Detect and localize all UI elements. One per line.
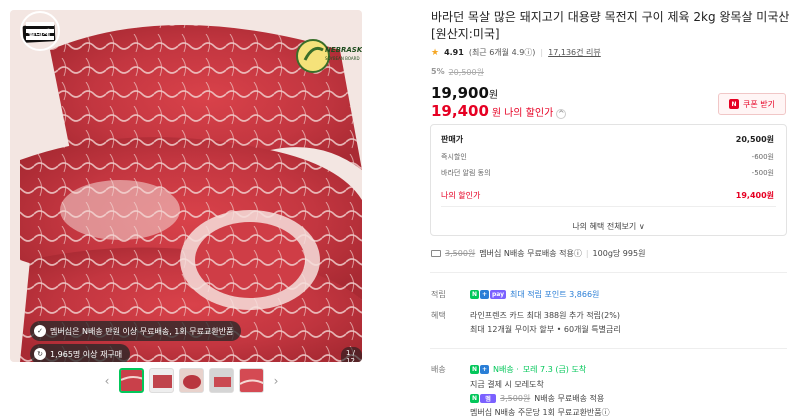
thumbnail-image bbox=[210, 369, 233, 392]
breakdown-row: 즉시할인 -600원 bbox=[441, 152, 774, 162]
unit-price: 100g당 995원 bbox=[592, 249, 646, 258]
rating-row: ★ 4.91 (최근 6개월 4.9ⓘ) | 17,136건 리뷰 bbox=[431, 47, 601, 58]
points-text[interactable]: 최대 적립 포인트 3,866원 bbox=[510, 289, 599, 300]
thumbnail[interactable] bbox=[209, 368, 234, 393]
n-delivery-badge-icon: N + bbox=[470, 365, 489, 374]
rating-recent[interactable]: (최근 6개월 4.9ⓘ) bbox=[469, 47, 536, 58]
breakdown-row: 판매가 20,500원 bbox=[441, 134, 774, 145]
thumbnail-image bbox=[180, 369, 203, 392]
chevron-up-icon[interactable]: ^ bbox=[556, 108, 567, 119]
nebraska-soybean-logo: NEBRASKA SOYBEAN BOARD bbox=[295, 36, 362, 76]
membership-pill-text: 멤버십은 N배송 만원 이상 무료배송, 1회 무료교환반품 bbox=[50, 326, 234, 336]
membership-pill: ✓ 멤버십은 N배송 만원 이상 무료배송, 1회 무료교환반품 bbox=[30, 321, 242, 341]
review-count-link[interactable]: 17,136건 리뷰 bbox=[548, 47, 601, 58]
thumbnail-strip: ‹ › bbox=[100, 368, 283, 393]
delivery-eta: 모레 7.3 (금) 도착 bbox=[522, 365, 587, 374]
chevron-right-icon[interactable]: › bbox=[269, 374, 283, 388]
delivery-free-text: N배송 무료배송 적용 bbox=[534, 394, 605, 403]
points-label: 적립 bbox=[431, 290, 446, 299]
thumbnail-image bbox=[240, 369, 263, 392]
delivery-original-fee: 3,500원 bbox=[500, 394, 531, 403]
thumbnail[interactable] bbox=[149, 368, 174, 393]
shipping-original-fee: 3,500원 bbox=[445, 249, 476, 258]
breakdown-label: 판매가 bbox=[441, 135, 464, 144]
sale-price-value: 19,900 bbox=[431, 84, 489, 102]
rating-score: 4.91 bbox=[444, 48, 464, 57]
delivery-line-1: N + N배송 · 모레 7.3 (금) 도착 bbox=[470, 364, 586, 375]
product-gallery: 별대체 NEBRASKA SOYBEAN BOARD ✓ 멤버십은 N배송 만원… bbox=[0, 0, 400, 420]
price-breakdown-box: 판매가 20,500원 즉시할인 -600원 바라던 알림 동의 -500원 나… bbox=[430, 124, 787, 236]
product-title: 바라던 목살 많은 돼지고기 대용량 목전지 구이 제육 2kg 왕목살 미국산… bbox=[431, 10, 790, 41]
my-discount-price: 19,400 원 나의 할인가 ^ bbox=[431, 102, 567, 120]
truck-icon bbox=[431, 250, 441, 257]
discount-row: 5% 20,500원 bbox=[431, 67, 484, 78]
thumbnail[interactable] bbox=[119, 368, 144, 393]
my-price-label: 나의 할인가 bbox=[504, 108, 554, 119]
star-icon: ★ bbox=[431, 47, 440, 58]
image-counter: 1 / 12 bbox=[341, 347, 362, 362]
thumbnail-image bbox=[150, 369, 173, 392]
repurchase-pill: ↻ 1,965명 이상 재구매 bbox=[30, 344, 131, 362]
divider: | bbox=[585, 249, 589, 258]
breakdown-row: 바라던 알림 동의 -500원 bbox=[441, 168, 774, 178]
breakdown-final-value: 19,400원 bbox=[735, 191, 774, 200]
points-value: N + pay 최대 적립 포인트 3,866원 bbox=[470, 289, 599, 300]
my-price-value: 19,400 bbox=[431, 102, 489, 120]
repurchase-icon: ↻ bbox=[34, 348, 46, 360]
sale-price: 19,900원 bbox=[431, 84, 498, 102]
divider bbox=[430, 272, 787, 273]
breakdown-label: 즉시할인 bbox=[441, 153, 467, 161]
benefit-line-1[interactable]: 라인프렌즈 카드 최대 388원 추가 적립(2%) bbox=[470, 310, 620, 321]
npay-badge-icon: N + pay bbox=[470, 290, 506, 299]
repurchase-pill-text: 1,965명 이상 재구매 bbox=[50, 349, 123, 359]
benefit-line-2[interactable]: 최대 12개월 무이자 할부 • 60개월 특별금리 bbox=[470, 324, 621, 335]
us-meat-logo bbox=[20, 11, 60, 51]
divider: | bbox=[540, 48, 544, 57]
benefit-label: 혜택 bbox=[431, 311, 446, 320]
discount-percent: 5% bbox=[431, 67, 445, 76]
sale-price-unit: 원 bbox=[488, 90, 499, 101]
thumbnail[interactable] bbox=[179, 368, 204, 393]
thumbnail-image bbox=[121, 370, 142, 391]
divider bbox=[441, 206, 776, 207]
shipping-summary-text[interactable]: 멤버십 N배송 무료배송 적용ⓘ bbox=[479, 248, 582, 259]
delivery-line-2: 지금 결제 시 모레도착 bbox=[470, 380, 544, 389]
breakdown-value: -600원 bbox=[751, 153, 774, 161]
delivery-line-3: N멤 3,500원 N배송 무료배송 적용 bbox=[470, 393, 604, 404]
delivery-prefix: N배송 · bbox=[493, 365, 519, 374]
naver-n-icon: N bbox=[729, 99, 739, 109]
breakdown-value: -500원 bbox=[751, 169, 774, 177]
thumbnail[interactable] bbox=[239, 368, 264, 393]
nebraska-logo-subtext: SOYBEAN BOARD bbox=[325, 56, 360, 61]
divider bbox=[430, 348, 787, 349]
breakdown-label: 바라던 알림 동의 bbox=[441, 169, 491, 177]
membership-icon: ✓ bbox=[34, 325, 46, 337]
my-price-unit: 원 bbox=[491, 108, 502, 119]
delivery-label: 배송 bbox=[431, 365, 446, 374]
original-price: 20,500원 bbox=[448, 68, 484, 77]
coupon-button-label: 쿠폰 받기 bbox=[743, 99, 775, 109]
nebraska-logo-text: NEBRASKA bbox=[325, 46, 362, 54]
breakdown-value: 20,500원 bbox=[735, 135, 774, 144]
main-product-image[interactable]: 별대체 NEBRASKA SOYBEAN BOARD ✓ 멤버십은 N배송 만원… bbox=[10, 10, 362, 362]
delivery-line-4[interactable]: 멤버십 N배송 주문당 1회 무료교환반품ⓘ bbox=[470, 407, 610, 418]
all-benefits-link[interactable]: 나의 혜택 전체보기 ∨ bbox=[431, 221, 786, 232]
breakdown-final-row: 나의 할인가 19,400원 bbox=[441, 190, 774, 201]
shipping-summary: 3,500원 멤버십 N배송 무료배송 적용ⓘ | 100g당 995원 bbox=[431, 248, 645, 259]
chevron-left-icon[interactable]: ‹ bbox=[100, 374, 114, 388]
breakdown-final-label: 나의 할인가 bbox=[441, 191, 481, 200]
membership-badge-icon: N멤 bbox=[470, 394, 496, 403]
coupon-button[interactable]: N 쿠폰 받기 bbox=[718, 93, 786, 115]
